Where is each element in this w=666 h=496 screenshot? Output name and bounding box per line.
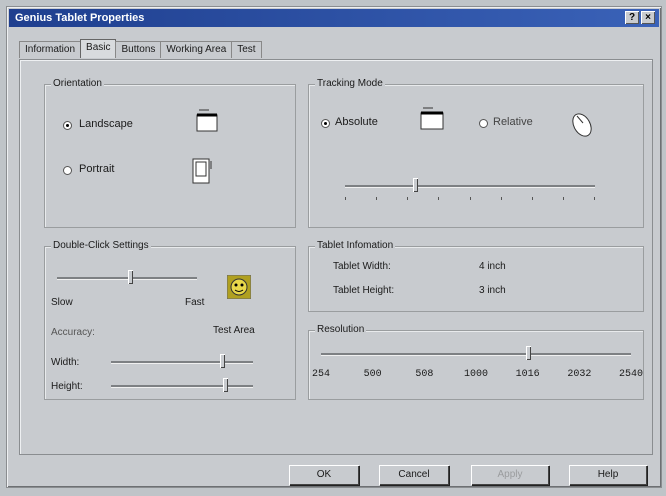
tablet-height-label: Tablet Height: [333, 285, 395, 296]
properties-dialog: Genius Tablet Properties ? × Information… [6, 6, 662, 488]
absolute-tablet-icon [420, 107, 444, 130]
tab-strip: Information Basic Buttons Working Area T… [19, 39, 262, 59]
portrait-radio[interactable] [63, 166, 72, 175]
apply-button[interactable]: Apply [471, 465, 549, 485]
tab-test[interactable]: Test [231, 41, 262, 58]
cancel-button[interactable]: Cancel [379, 465, 449, 485]
tracking-speed-slider[interactable] [413, 178, 418, 192]
tab-information[interactable]: Information [19, 41, 82, 58]
tracking-ticks [345, 197, 595, 200]
portrait-label: Portrait [79, 163, 115, 175]
tablet-width-label: Tablet Width: [333, 261, 391, 272]
portrait-tablet-icon [192, 158, 212, 184]
tablet-height-value: 3 inch [479, 285, 506, 296]
window-title: Genius Tablet Properties [15, 12, 145, 24]
slow-label: Slow [51, 297, 73, 308]
double-click-group: Double-Click Settings Slow Fast Accuracy… [44, 240, 296, 400]
test-area-label[interactable]: Test Area [213, 325, 255, 336]
height-label: Height: [51, 381, 83, 392]
orientation-label: Orientation [51, 78, 104, 89]
tablet-width-value: 4 inch [479, 261, 506, 272]
mouse-icon [572, 113, 592, 137]
resolution-slider[interactable] [525, 346, 531, 360]
landscape-label: Landscape [79, 118, 133, 130]
resolution-value-500: 500 [363, 369, 382, 380]
tracking-mode-group: Tracking Mode Absolute Relative [308, 78, 644, 228]
resolution-label: Resolution [315, 324, 367, 335]
height-track [111, 385, 253, 388]
close-button[interactable]: × [641, 11, 655, 24]
height-slider[interactable] [222, 378, 228, 392]
fast-label: Fast [185, 297, 205, 308]
resolution-value-2540: 2540 [619, 369, 644, 380]
tracking-speed-track [345, 185, 595, 188]
double-click-label: Double-Click Settings [51, 240, 151, 251]
relative-label: Relative [493, 116, 533, 128]
resolution-value-1000: 1000 [464, 369, 489, 380]
tab-buttons[interactable]: Buttons [115, 41, 162, 58]
resolution-value-2032: 2032 [567, 369, 592, 380]
tab-working-area[interactable]: Working Area [160, 41, 233, 58]
tablet-info-group: Tablet Infomation Tablet Width: 4 inch T… [308, 240, 644, 312]
help-title-button[interactable]: ? [625, 11, 639, 24]
resolution-value-508: 508 [415, 369, 434, 380]
absolute-radio[interactable] [321, 119, 330, 128]
help-button[interactable]: Help [569, 465, 647, 485]
tab-basic[interactable]: Basic [80, 39, 117, 58]
resolution-group: Resolution 254 500 508 1000 1016 2032 2540 [308, 324, 644, 400]
width-track [111, 361, 253, 364]
relative-radio[interactable] [479, 119, 488, 128]
double-click-speed-slider[interactable] [127, 270, 133, 284]
resolution-value-254: 254 [311, 369, 330, 380]
basic-tab-panel: Orientation Landscape Portrait Tracking … [19, 59, 653, 455]
title-bar[interactable]: Genius Tablet Properties ? × [9, 9, 659, 27]
tracking-mode-label: Tracking Mode [315, 78, 385, 89]
double-click-test-icon[interactable] [227, 275, 251, 299]
width-label: Width: [51, 357, 80, 368]
landscape-tablet-icon [196, 109, 218, 132]
tablet-info-label: Tablet Infomation [315, 240, 396, 251]
orientation-group: Orientation Landscape Portrait [44, 78, 296, 228]
width-slider[interactable] [219, 354, 225, 368]
resolution-value-1016: 1016 [515, 369, 540, 380]
landscape-radio[interactable] [63, 121, 72, 130]
accuracy-label: Accuracy: [51, 327, 95, 338]
ok-button[interactable]: OK [289, 465, 359, 485]
absolute-label: Absolute [335, 116, 378, 128]
resolution-track [321, 353, 631, 356]
